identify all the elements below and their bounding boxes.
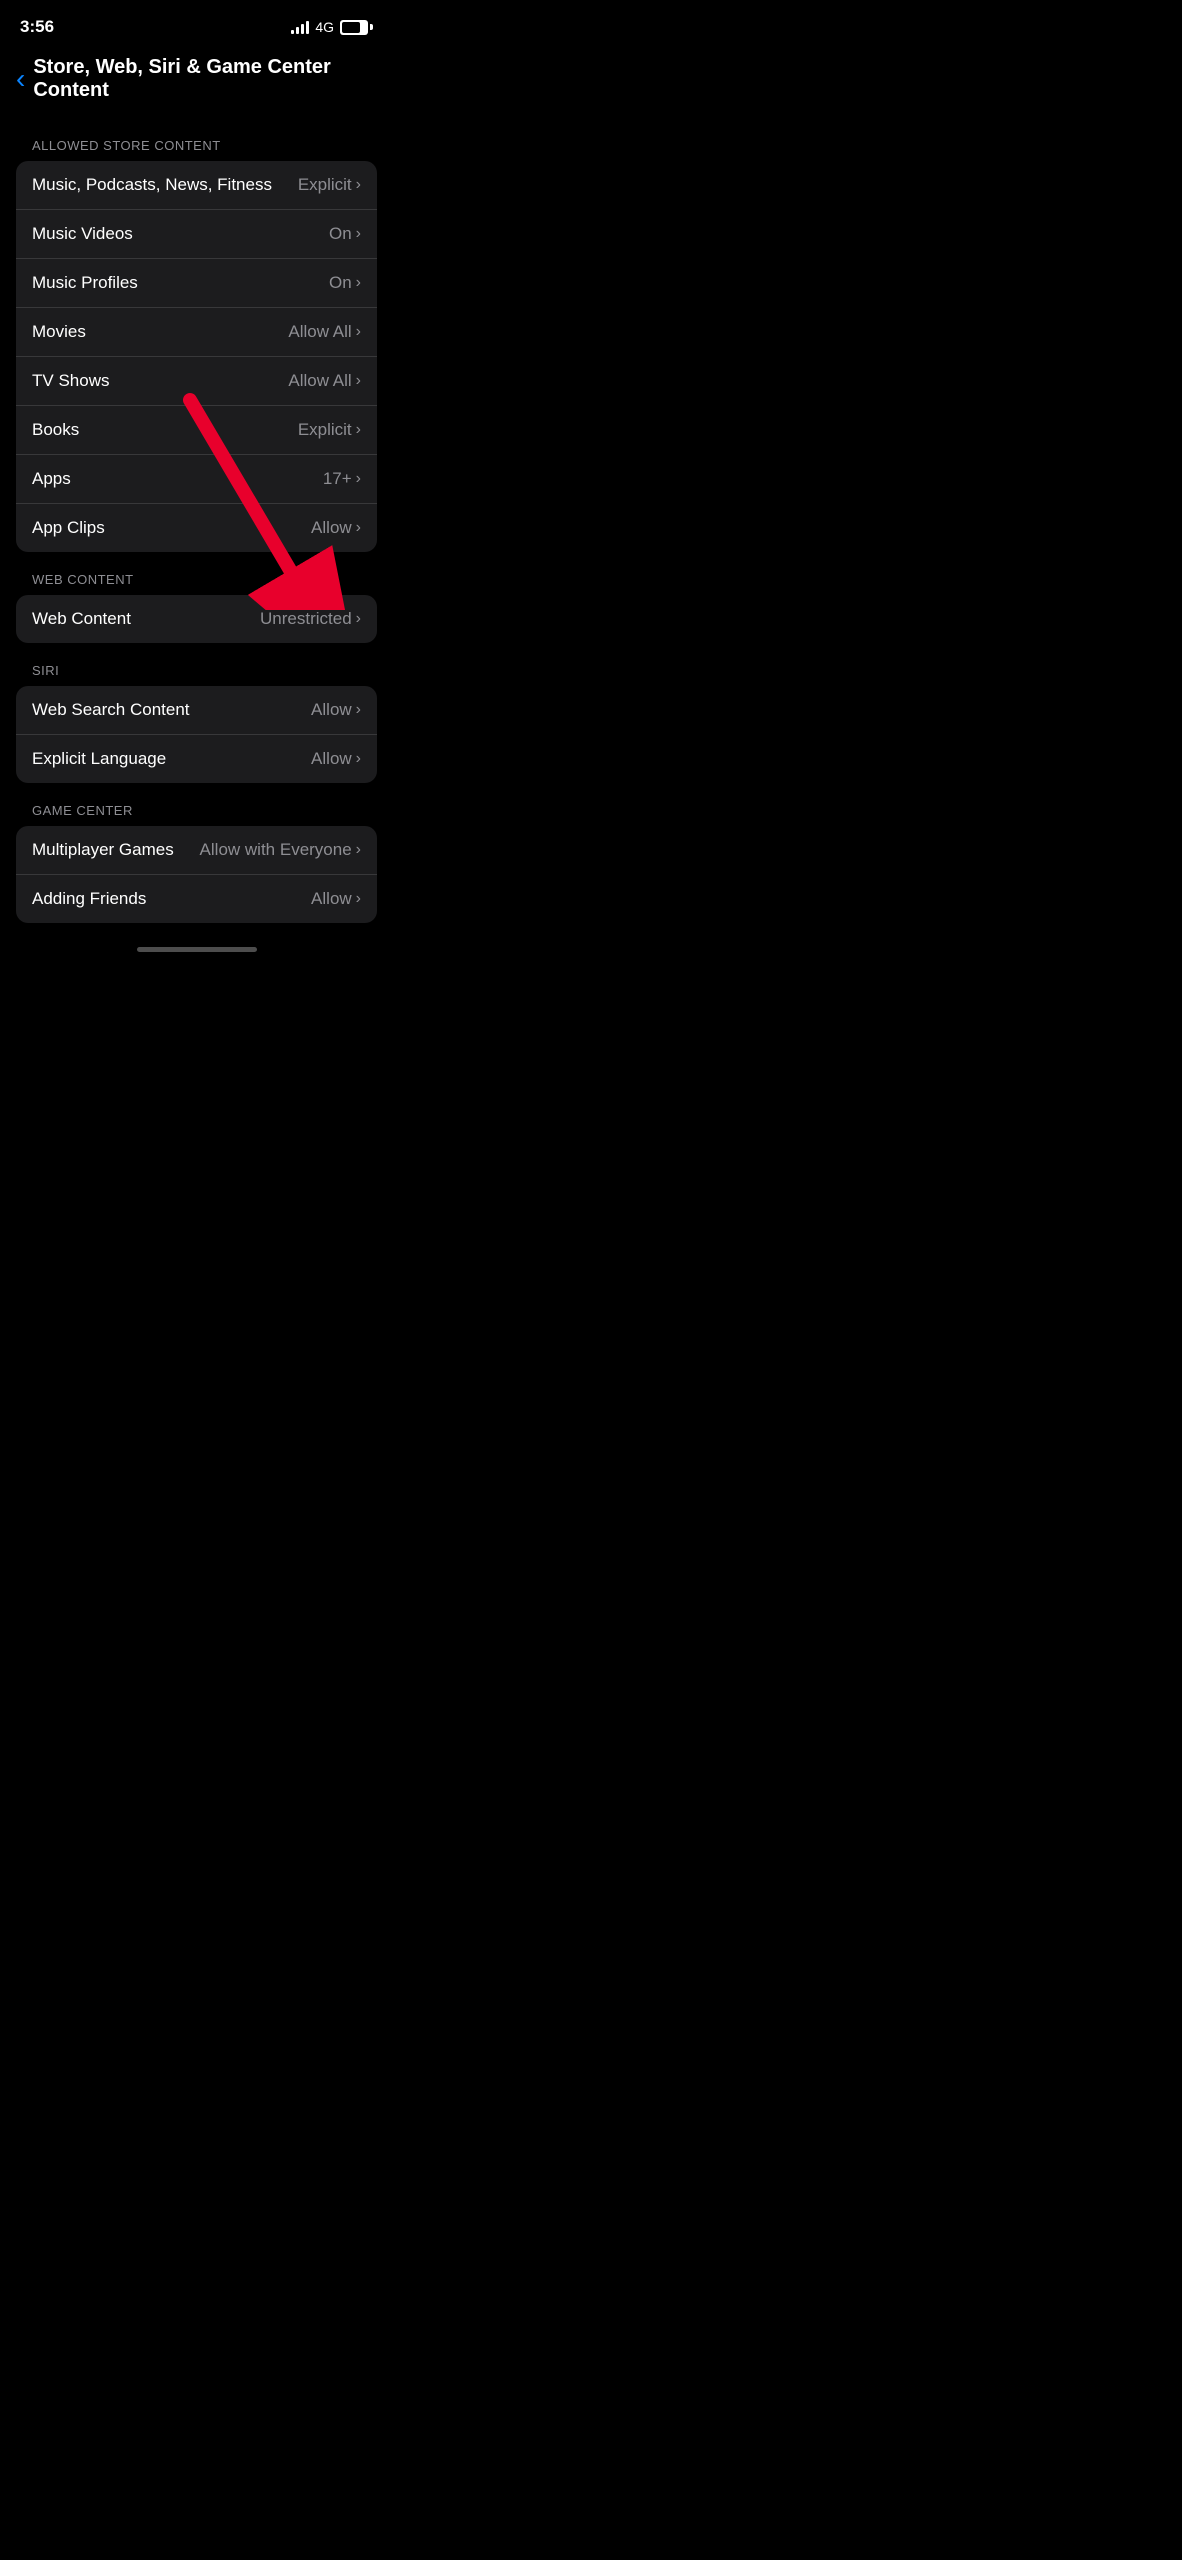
row-music-videos[interactable]: Music Videos On › [16,210,377,259]
siri-group: Web Search Content Allow › Explicit Lang… [16,686,377,783]
home-indicator [0,939,393,956]
signal-icon [291,21,309,34]
status-time: 3:56 [20,17,54,37]
chevron-icon: › [356,421,361,439]
row-apps[interactable]: Apps 17+ › [16,455,377,504]
chevron-icon: › [356,225,361,243]
home-bar [137,947,257,952]
row-web-content[interactable]: Web Content Unrestricted › [16,595,377,643]
row-music-podcasts[interactable]: Music, Podcasts, News, Fitness Explicit … [16,161,377,210]
section-label-game-center: GAME CENTER [0,803,393,826]
chevron-icon: › [356,701,361,719]
section-label-allowed-store: ALLOWED STORE CONTENT [0,138,393,161]
chevron-icon: › [356,750,361,768]
row-explicit-language[interactable]: Explicit Language Allow › [16,735,377,783]
game-center-group: Multiplayer Games Allow with Everyone › … [16,826,377,923]
row-music-profiles[interactable]: Music Profiles On › [16,259,377,308]
row-adding-friends[interactable]: Adding Friends Allow › [16,875,377,923]
chevron-icon: › [356,274,361,292]
chevron-icon: › [356,610,361,628]
web-content-group: Web Content Unrestricted › [16,595,377,643]
status-bar: 3:56 4G 83 [0,0,393,48]
chevron-icon: › [356,519,361,537]
row-multiplayer-games[interactable]: Multiplayer Games Allow with Everyone › [16,826,377,875]
status-icons: 4G 83 [291,19,373,35]
chevron-icon: › [356,890,361,908]
row-app-clips[interactable]: App Clips Allow › [16,504,377,552]
row-tv-shows[interactable]: TV Shows Allow All › [16,357,377,406]
network-label: 4G [315,19,334,35]
chevron-icon: › [356,372,361,390]
row-movies[interactable]: Movies Allow All › [16,308,377,357]
chevron-icon: › [356,841,361,859]
section-label-siri: SIRI [0,663,393,686]
section-label-web-content: WEB CONTENT [0,572,393,595]
allowed-store-content-group: Music, Podcasts, News, Fitness Explicit … [16,161,377,552]
chevron-icon: › [356,323,361,341]
row-books[interactable]: Books Explicit › [16,406,377,455]
chevron-icon: › [356,176,361,194]
nav-header: ‹ Store, Web, Siri & Game Center Content [0,48,393,118]
chevron-icon: › [356,470,361,488]
battery-icon: 83 [340,20,373,35]
row-web-search-content[interactable]: Web Search Content Allow › [16,686,377,735]
back-button[interactable]: ‹ [16,65,25,93]
page-title: Store, Web, Siri & Game Center Content [33,56,377,102]
